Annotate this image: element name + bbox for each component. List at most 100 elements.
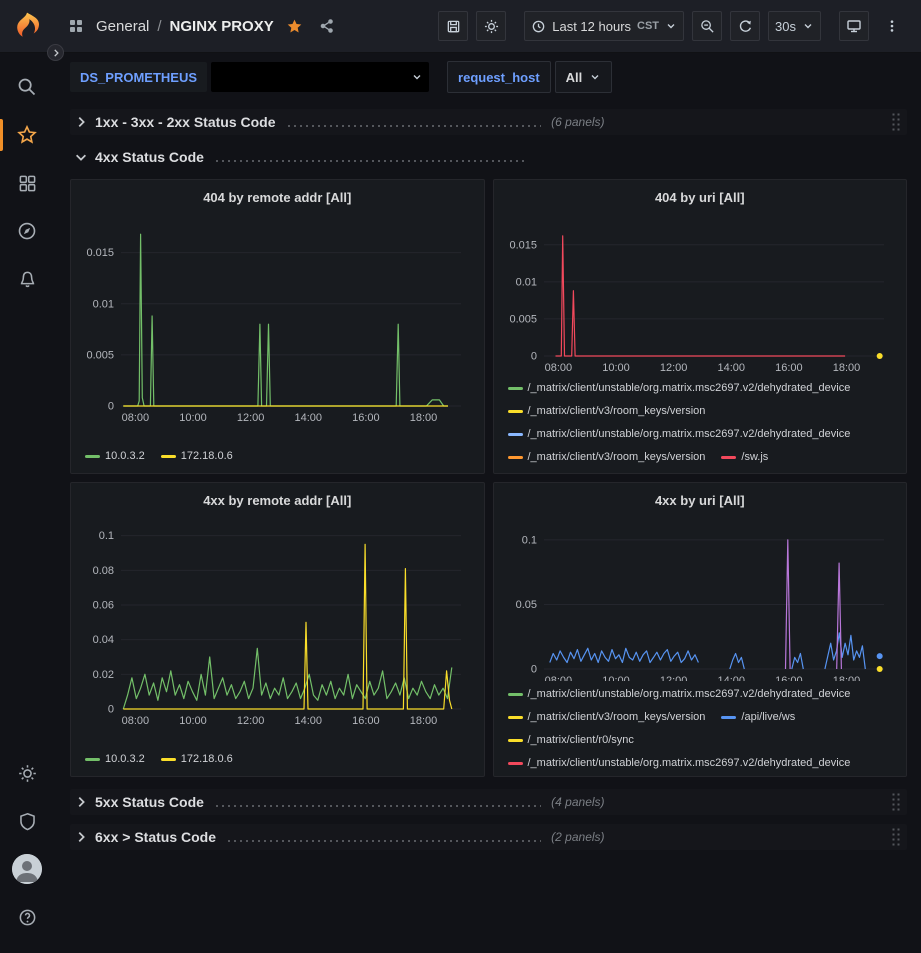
sidebar-bottom <box>0 753 54 945</box>
row-1xx-3xx-2xx[interactable]: 1xx - 3xx - 2xx Status Code (6 panels) <box>70 109 907 135</box>
svg-text:0.01: 0.01 <box>515 276 536 288</box>
time-range-label: Last 12 hours <box>552 19 631 34</box>
legend-item[interactable]: 10.0.3.2 <box>85 446 145 467</box>
legend-item[interactable]: 172.18.0.6 <box>161 749 233 770</box>
svg-text:08:00: 08:00 <box>122 412 150 424</box>
legend-swatch <box>721 456 736 459</box>
legend-label: /_matrix/client/unstable/org.matrix.msc2… <box>528 684 851 705</box>
sidebar-item-server-admin[interactable] <box>0 801 54 841</box>
time-range-picker[interactable]: Last 12 hours CST <box>524 11 684 41</box>
legend-item[interactable]: /_matrix/client/r0/sync <box>508 730 634 751</box>
favorite-star-button[interactable] <box>282 14 307 39</box>
panel-legend: 10.0.3.2 172.18.0.6 <box>81 746 474 770</box>
legend-item[interactable]: /_matrix/client/v3/room_keys/version <box>508 401 706 422</box>
row-4xx[interactable]: 4xx Status Code <box>70 144 907 170</box>
legend-label: 172.18.0.6 <box>181 749 233 770</box>
datasource-variable-value-dropdown[interactable] <box>211 62 429 92</box>
legend-item[interactable]: /_matrix/client/v3/room_keys/version <box>508 447 706 467</box>
legend-item[interactable]: /_matrix/client/v3/room_keys/version <box>508 707 706 728</box>
legend-item[interactable]: /_matrix/client/unstable/org.matrix.msc2… <box>508 753 851 770</box>
svg-text:0: 0 <box>530 351 536 363</box>
panel-404-by-uri: 404 by uri [All] 00.0050.010.01508:0010:… <box>493 179 908 474</box>
tv-mode-button[interactable] <box>839 11 869 41</box>
row-title: 1xx - 3xx - 2xx Status Code <box>95 114 276 130</box>
legend-item[interactable]: 10.0.3.2 <box>85 749 145 770</box>
sidebar-item-dashboards[interactable] <box>0 163 54 203</box>
save-icon <box>446 19 461 34</box>
row-6xx[interactable]: 6xx > Status Code (2 panels) <box>70 824 907 850</box>
sidebar-item-help[interactable] <box>0 897 54 937</box>
chevron-down-icon <box>589 71 601 83</box>
sidebar-item-explore[interactable] <box>0 211 54 251</box>
refresh-interval-dropdown[interactable]: 30s <box>768 11 821 41</box>
legend-swatch <box>508 410 523 413</box>
panel-404-by-remote-addr: 404 by remote addr [All] 00.0050.010.015… <box>70 179 485 474</box>
row-dotted-leader <box>286 125 542 127</box>
panel-title[interactable]: 404 by uri [All] <box>504 186 897 210</box>
svg-text:16:00: 16:00 <box>775 362 803 374</box>
timezone-label: CST <box>637 20 659 32</box>
panel-4xx-by-remote-addr: 4xx by remote addr [All] 00.020.040.060.… <box>70 482 485 777</box>
chevron-right-icon <box>74 830 88 844</box>
grafana-logo[interactable] <box>0 11 54 41</box>
chart-4xx-by-remote-addr: 00.020.040.060.080.108:0010:0012:0014:00… <box>81 517 475 729</box>
more-options-button[interactable] <box>877 11 907 41</box>
legend-swatch <box>161 758 176 761</box>
chart-404-by-remote-addr: 00.0050.010.01508:0010:0012:0014:0016:00… <box>81 214 475 426</box>
row-dotted-leader <box>226 840 541 842</box>
row-drag-handle[interactable] <box>891 827 901 847</box>
svg-text:18:00: 18:00 <box>410 715 438 727</box>
datasource-variable-label[interactable]: DS_PROMETHEUS <box>70 62 207 92</box>
svg-text:0.005: 0.005 <box>86 349 114 361</box>
svg-text:0.04: 0.04 <box>93 634 114 646</box>
compass-icon <box>17 221 37 241</box>
panel-title[interactable]: 4xx by uri [All] <box>504 489 897 513</box>
zoom-out-icon <box>700 19 715 34</box>
share-dashboard-button[interactable] <box>315 14 339 38</box>
panel-title[interactable]: 404 by remote addr [All] <box>81 186 474 210</box>
breadcrumb-separator: / <box>157 18 161 35</box>
row-panel-count: (6 panels) <box>551 115 604 129</box>
sidebar-item-alerting[interactable] <box>0 259 54 299</box>
legend-swatch <box>85 455 100 458</box>
gear-icon <box>484 19 499 34</box>
sidebar-item-profile[interactable] <box>0 849 54 889</box>
svg-text:0.005: 0.005 <box>509 313 537 325</box>
legend-swatch <box>508 387 523 390</box>
row-drag-handle[interactable] <box>891 792 901 812</box>
row-5xx[interactable]: 5xx Status Code (4 panels) <box>70 789 907 815</box>
row-title: 5xx Status Code <box>95 794 204 810</box>
legend-item[interactable]: /_matrix/client/unstable/org.matrix.msc2… <box>508 378 851 399</box>
svg-text:0: 0 <box>108 401 114 413</box>
sidebar-expand-button[interactable] <box>47 44 64 61</box>
legend-item[interactable]: /sw.js <box>721 447 768 467</box>
dashboard-settings-button[interactable] <box>476 11 506 41</box>
legend-item[interactable]: /_matrix/client/unstable/org.matrix.msc2… <box>508 424 851 445</box>
row-drag-handle[interactable] <box>891 112 901 132</box>
request-host-variable-label[interactable]: request_host <box>447 61 551 93</box>
svg-text:0.08: 0.08 <box>93 565 114 577</box>
bell-icon <box>18 270 37 289</box>
legend-swatch <box>508 433 523 436</box>
legend-swatch <box>161 455 176 458</box>
svg-text:16:00: 16:00 <box>352 412 380 424</box>
legend-item[interactable]: /api/live/ws <box>721 707 795 728</box>
legend-item[interactable]: /_matrix/client/unstable/org.matrix.msc2… <box>508 684 851 705</box>
sidebar-item-starred[interactable] <box>0 115 54 155</box>
zoom-out-button[interactable] <box>692 11 722 41</box>
breadcrumb-folder[interactable]: General <box>96 18 149 35</box>
legend-item[interactable]: 172.18.0.6 <box>161 446 233 467</box>
user-silhouette-icon <box>12 854 42 884</box>
request-host-variable-value-dropdown[interactable]: All <box>555 61 613 93</box>
svg-text:10:00: 10:00 <box>602 362 630 374</box>
sidebar-item-search[interactable] <box>0 67 54 107</box>
legend-label: /_matrix/client/v3/room_keys/version <box>528 707 706 728</box>
svg-text:14:00: 14:00 <box>295 715 323 727</box>
sidebar-item-settings[interactable] <box>0 753 54 793</box>
save-dashboard-button[interactable] <box>438 11 468 41</box>
refresh-button[interactable] <box>730 11 760 41</box>
panel-title[interactable]: 4xx by remote addr [All] <box>81 489 474 513</box>
clock-icon <box>531 19 546 34</box>
svg-text:0.02: 0.02 <box>93 669 114 681</box>
star-icon <box>17 125 37 145</box>
